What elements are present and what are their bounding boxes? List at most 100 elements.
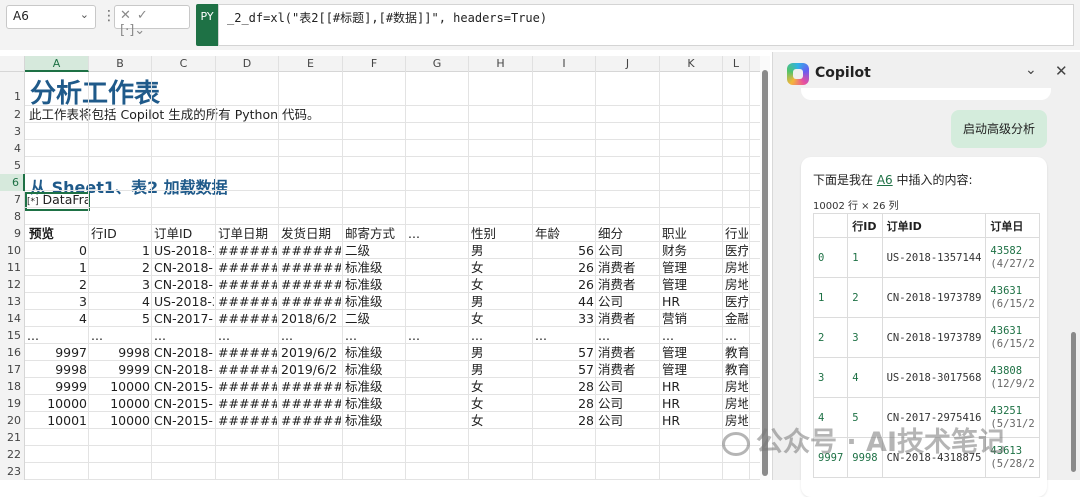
table-cell[interactable]: ####### <box>218 395 277 412</box>
row-header-14[interactable]: 14 <box>0 310 25 327</box>
table-cell[interactable]: CN-2018- <box>154 259 214 276</box>
python-badge[interactable]: PY <box>196 4 218 46</box>
table-cell[interactable]: CN-2018- <box>154 361 214 378</box>
sheet-subtitle[interactable]: 此工作表将包括 Copilot 生成的所有 Python 代码。 <box>29 106 320 123</box>
table-cell[interactable]: ... <box>408 327 467 344</box>
table-header-cell[interactable]: ... <box>408 225 467 242</box>
table-cell[interactable]: ####### <box>218 344 277 361</box>
table-cell[interactable]: HR <box>662 395 721 412</box>
table-cell[interactable]: 男 <box>471 361 531 378</box>
table-cell[interactable]: 男 <box>471 293 531 310</box>
table-header-cell[interactable]: 邮寄方式 <box>345 225 404 242</box>
table-cell[interactable]: 女 <box>471 276 531 293</box>
table-cell[interactable]: ####### <box>281 378 341 395</box>
table-cell[interactable]: HR <box>662 378 721 395</box>
close-icon[interactable]: ✕ <box>1055 62 1068 80</box>
table-cell[interactable]: 房地 <box>725 276 748 293</box>
formula-input[interactable]: _2_df=xl("表2[[#标题],[#数据]]", headers=True… <box>218 4 1074 46</box>
table-cell[interactable]: 消费者 <box>598 276 658 293</box>
table-cell[interactable]: 9998 <box>91 344 150 361</box>
table-cell[interactable]: 标准级 <box>345 344 404 361</box>
table-cell[interactable]: ####### <box>281 259 341 276</box>
row-header-20[interactable]: 20 <box>0 412 25 429</box>
table-cell[interactable]: US-2018-1 <box>154 242 214 259</box>
table-cell[interactable]: 44 <box>535 293 594 310</box>
table-cell[interactable]: CN-2015- <box>154 395 214 412</box>
table-cell[interactable]: 消费者 <box>598 361 658 378</box>
table-cell[interactable]: 教育 <box>725 361 748 378</box>
table-cell[interactable]: 10000 <box>91 395 150 412</box>
table-cell[interactable]: 房地 <box>725 378 748 395</box>
table-cell[interactable]: 房地 <box>725 259 748 276</box>
table-cell[interactable]: 管理 <box>662 276 721 293</box>
table-cell[interactable]: ####### <box>218 293 277 310</box>
row-header-5[interactable]: 5 <box>0 157 25 174</box>
row-header-23[interactable]: 23 <box>0 463 25 480</box>
column-header-d[interactable]: D <box>216 56 279 72</box>
spreadsheet-grid[interactable]: ABCDEFGHIJKL 1 2 3 4 5 6 7 8 9 10 11 12 13 14 15 16 17 18… <box>0 56 760 480</box>
confirm-icon[interactable]: ✓ <box>137 8 148 23</box>
table-cell[interactable]: 0 <box>27 242 87 259</box>
table-cell[interactable]: 公司 <box>598 412 658 429</box>
preview-label[interactable]: 预览 <box>29 225 54 242</box>
row-header-3[interactable]: 3 <box>0 123 25 140</box>
column-header-k[interactable]: K <box>660 56 723 72</box>
table-cell[interactable]: 金融 <box>725 310 748 327</box>
copilot-scrollbar[interactable] <box>1071 332 1076 472</box>
table-cell[interactable]: ... <box>154 327 214 344</box>
row-header-7[interactable]: 7 <box>0 191 25 208</box>
table-cell[interactable]: CN-2017- <box>154 310 214 327</box>
row-header-11[interactable]: 11 <box>0 259 25 276</box>
table-cell[interactable]: 公司 <box>598 293 658 310</box>
table-header-cell[interactable]: 行业 <box>725 225 748 242</box>
row-header-6[interactable]: 6 <box>0 174 25 191</box>
table-cell[interactable]: 26 <box>535 259 594 276</box>
table-cell[interactable]: 4 <box>27 310 87 327</box>
table-cell[interactable]: 财务 <box>662 242 721 259</box>
row-header-16[interactable]: 16 <box>0 344 25 361</box>
grid-vertical-scrollbar[interactable] <box>760 56 770 480</box>
table-cell[interactable]: 女 <box>471 259 531 276</box>
table-cell[interactable]: 公司 <box>598 378 658 395</box>
table-cell[interactable]: ... <box>725 327 748 344</box>
table-cell[interactable]: HR <box>662 412 721 429</box>
column-header-l[interactable]: L <box>723 56 750 72</box>
table-cell[interactable]: ... <box>91 327 150 344</box>
table-cell[interactable]: ####### <box>218 242 277 259</box>
table-header-cell[interactable]: 订单日期 <box>218 225 277 242</box>
table-cell[interactable]: 3 <box>91 276 150 293</box>
table-cell[interactable]: 女 <box>471 378 531 395</box>
table-cell[interactable]: ... <box>471 327 531 344</box>
table-cell[interactable]: 2019/6/2 <box>281 344 341 361</box>
row-header-17[interactable]: 17 <box>0 361 25 378</box>
table-cell[interactable]: ####### <box>218 276 277 293</box>
row-header-2[interactable]: 2 <box>0 106 25 123</box>
row-header-12[interactable]: 12 <box>0 276 25 293</box>
cancel-icon[interactable]: ✕ <box>120 8 131 23</box>
table-cell[interactable]: 标准级 <box>345 378 404 395</box>
table-cell[interactable]: 消费者 <box>598 310 658 327</box>
table-cell[interactable]: 28 <box>535 412 594 429</box>
table-header-cell[interactable]: 发货日期 <box>281 225 341 242</box>
table-cell[interactable]: 男 <box>471 242 531 259</box>
table-cell[interactable]: ####### <box>218 378 277 395</box>
column-header-a[interactable]: A <box>25 56 89 72</box>
table-cell[interactable]: 33 <box>535 310 594 327</box>
table-cell[interactable]: 57 <box>535 344 594 361</box>
table-cell[interactable]: 二级 <box>345 242 404 259</box>
table-cell[interactable]: 标准级 <box>345 259 404 276</box>
scrollbar-thumb[interactable] <box>762 70 768 476</box>
table-cell[interactable]: 9998 <box>27 361 87 378</box>
table-cell[interactable]: 2019/6/2 <box>281 361 341 378</box>
table-cell[interactable]: ... <box>662 327 721 344</box>
table-cell[interactable]: 女 <box>471 412 531 429</box>
table-cell[interactable]: ####### <box>281 242 341 259</box>
row-header-21[interactable]: 21 <box>0 429 25 446</box>
table-header-cell[interactable]: 行ID <box>91 225 150 242</box>
table-cell[interactable]: 28 <box>535 395 594 412</box>
table-cell[interactable]: 医疗 <box>725 293 748 310</box>
python-insert-icon[interactable]: [·]⌄ <box>120 23 145 38</box>
table-cell[interactable]: ####### <box>281 276 341 293</box>
table-cell[interactable]: ... <box>27 327 87 344</box>
row-header-1[interactable]: 1 <box>0 72 25 106</box>
